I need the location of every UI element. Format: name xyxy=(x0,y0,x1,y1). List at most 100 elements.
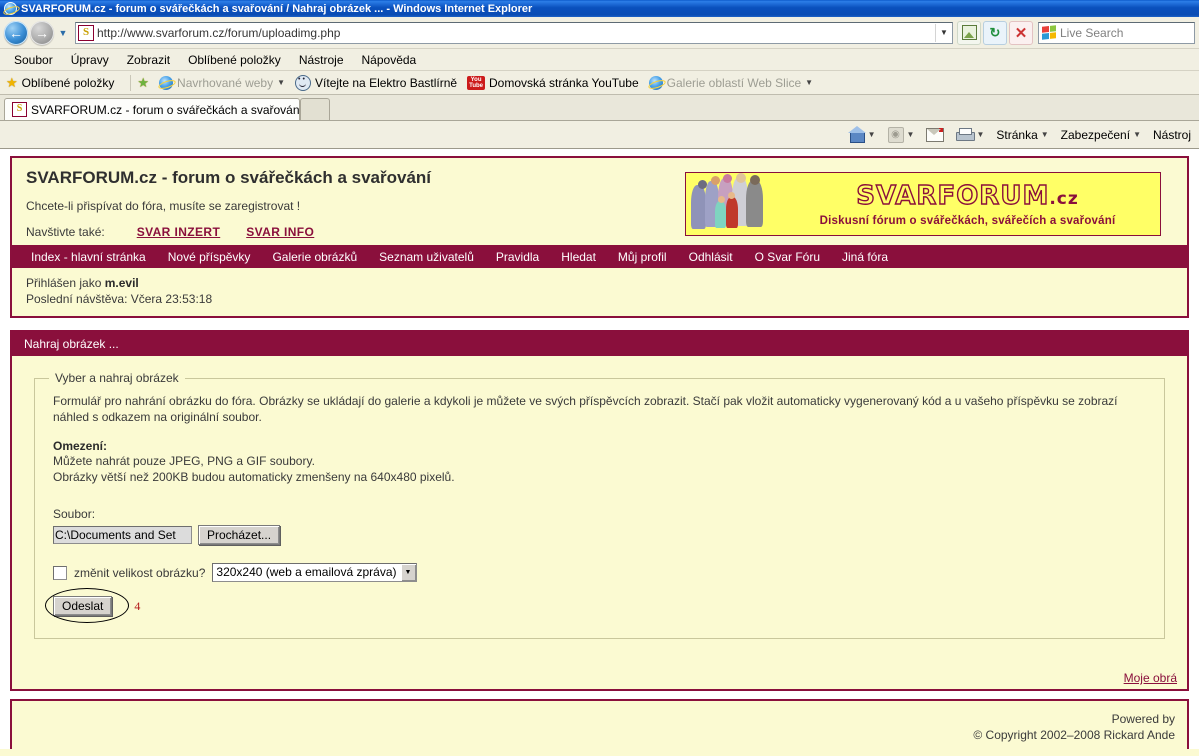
refresh-button[interactable]: ↻ xyxy=(983,20,1007,45)
nav-nove-prispevky[interactable]: Nové příspěvky xyxy=(157,250,262,264)
chevron-down-icon[interactable]: ▼ xyxy=(1041,130,1049,139)
footer-tagline: SVARFORUM diskusní fórum ze skupiny SVAR… xyxy=(0,749,1199,756)
refresh-icon: ↻ xyxy=(989,24,1001,40)
security-menu-label: Zabezpečení xyxy=(1060,127,1131,142)
chevron-down-icon[interactable]: ▼ xyxy=(1133,130,1141,139)
page-title: SVARFORUM.cz - forum o svářečkách a svař… xyxy=(26,168,685,188)
panel-heading: Nahraj obrázek ... xyxy=(12,332,1187,356)
file-path-input[interactable]: C:\Documents and Set xyxy=(53,526,192,544)
window-title: SVARFORUM.cz - forum o svářečkách a svař… xyxy=(21,2,533,15)
home-button[interactable]: ▼ xyxy=(843,126,882,143)
mail-button[interactable] xyxy=(920,127,950,142)
chevron-down-icon[interactable]: ▼ xyxy=(399,564,416,581)
chevron-down-icon[interactable]: ▼ xyxy=(277,78,285,87)
forward-arrow-icon: → xyxy=(35,24,49,41)
compatibility-view-button[interactable] xyxy=(957,20,981,45)
powered-by-block: Powered by © Copyright 2002–2008 Rickard… xyxy=(10,707,1189,749)
username: m.evil xyxy=(104,276,139,290)
people-illustration-icon xyxy=(689,173,775,233)
nav-pravidla[interactable]: Pravidla xyxy=(485,250,550,264)
nav-galerie-obrazku[interactable]: Galerie obrázků xyxy=(261,250,368,264)
internet-explorer-icon xyxy=(4,2,17,15)
new-tab-button[interactable] xyxy=(300,98,330,120)
add-to-favorites-bar-button[interactable]: ★ xyxy=(137,75,155,91)
limits-title: Omezení: xyxy=(53,439,108,453)
menu-item-soubor[interactable]: Soubor xyxy=(5,52,62,68)
resize-row: změnit velikost obrázku? 320x240 (web a … xyxy=(53,563,1146,582)
print-button[interactable]: ▼ xyxy=(950,127,990,142)
menu-item-napoveda[interactable]: Nápověda xyxy=(353,52,426,68)
search-input[interactable]: Live Search xyxy=(1060,26,1123,40)
search-box[interactable]: Live Search xyxy=(1038,21,1195,44)
nav-muj-profil[interactable]: Můj profil xyxy=(607,250,678,264)
menu-item-oblibene-polozky[interactable]: Oblíbené položky xyxy=(179,52,290,68)
chevron-down-icon[interactable]: ▼ xyxy=(805,78,813,87)
limits-line-2: Obrázky větší než 200KB budou automatick… xyxy=(53,470,455,484)
address-dropdown-icon[interactable]: ▼ xyxy=(935,23,952,42)
windows-logo-icon xyxy=(1042,25,1056,40)
site-banner[interactable]: SVARFORUM.cz Diskusní fórum o svářečkách… xyxy=(685,172,1161,236)
recent-pages-button[interactable]: ▼ xyxy=(56,23,70,43)
stop-button[interactable]: ✕ xyxy=(1009,20,1033,45)
chevron-down-icon[interactable]: ▼ xyxy=(907,130,915,139)
favorite-navrhovane-weby[interactable]: Navrhované weby ▼ xyxy=(159,75,291,90)
my-images-link[interactable]: Moje obrá xyxy=(1124,671,1177,685)
resize-size-select[interactable]: 320x240 (web a emailová zpráva) ▼ xyxy=(212,563,417,582)
forward-button[interactable]: → xyxy=(30,20,54,45)
page-menu-button[interactable]: Stránka ▼ xyxy=(990,128,1054,142)
menu-item-upravy[interactable]: Úpravy xyxy=(62,52,118,68)
favorites-label: Oblíbené položky xyxy=(21,75,115,90)
powered-by-label: Powered by xyxy=(1111,712,1175,726)
favorites-button[interactable]: ★ Oblíbené položky xyxy=(6,75,120,91)
nav-jina-fora[interactable]: Jiná fóra xyxy=(831,250,899,264)
panel-footer: Moje obrá xyxy=(12,665,1187,689)
nav-hledat[interactable]: Hledat xyxy=(550,250,607,264)
mail-icon xyxy=(926,127,945,142)
browse-button[interactable]: Procházet... xyxy=(198,525,281,545)
address-input[interactable]: http://www.svarforum.cz/forum/uploadimg.… xyxy=(97,26,935,40)
favorite-label: Domovská stránka YouTube xyxy=(489,75,639,90)
back-button[interactable]: ← xyxy=(4,20,28,45)
star-add-icon: ★ xyxy=(137,74,150,90)
page-menu-label: Stránka xyxy=(996,127,1038,142)
forum-header-text: SVARFORUM.cz - forum o svářečkách a svař… xyxy=(26,168,685,239)
upload-description: Formulář pro nahrání obrázku do fóra. Ob… xyxy=(53,394,1118,424)
banner-title-main: SVARFORUM xyxy=(856,180,1050,211)
visit-also-row: Navštivte také: SVAR INZERT SVAR INFO xyxy=(26,225,685,239)
logged-in-label: Přihlášen jako xyxy=(26,276,105,290)
favorite-label: Vítejte na Elektro Bastlírně xyxy=(315,75,458,90)
nav-o-svar-foru[interactable]: O Svar Fóru xyxy=(744,250,831,264)
upload-fieldset: Vyber a nahraj obrázek Formulář pro nahr… xyxy=(34,371,1165,639)
link-svar-info[interactable]: SVAR INFO xyxy=(246,225,314,239)
address-input-wrapper[interactable]: S http://www.svarforum.cz/forum/uploadim… xyxy=(75,21,953,44)
favorite-elektro-bastlirna[interactable]: Vítejte na Elektro Bastlírně xyxy=(295,74,463,91)
menu-item-zobrazit[interactable]: Zobrazit xyxy=(118,52,179,68)
print-icon xyxy=(956,127,976,142)
tab-svarforum[interactable]: S SVARFORUM.cz - forum o svářečkách a sv… xyxy=(4,98,300,120)
link-svar-inzert[interactable]: SVAR INZERT xyxy=(137,225,221,239)
favorite-web-slice-gallery[interactable]: Galerie oblastí Web Slice ▼ xyxy=(648,75,819,90)
submit-button[interactable]: Odeslat xyxy=(53,596,113,616)
internet-explorer-icon xyxy=(159,75,174,90)
tools-menu-button[interactable]: Nástroj xyxy=(1147,128,1197,142)
star-icon: ★ xyxy=(6,74,18,90)
favorite-youtube[interactable]: You Tube Domovská stránka YouTube xyxy=(467,75,645,90)
banner-title-tld: .cz xyxy=(1049,189,1079,209)
nav-index[interactable]: Index - hlavní stránka xyxy=(20,250,157,264)
menu-item-nastroje[interactable]: Nástroje xyxy=(290,52,353,68)
resize-checkbox[interactable] xyxy=(53,565,67,580)
nav-seznam-uzivatelu[interactable]: Seznam uživatelů xyxy=(368,250,485,264)
upload-panel: Nahraj obrázek ... Vyber a nahraj obráze… xyxy=(10,330,1189,691)
annotation-step-number: 4 xyxy=(134,598,141,613)
command-bar: ▼ ◉ ▼ ▼ Stránka ▼ Zabezpečení ▼ Nástroj xyxy=(0,121,1199,149)
feeds-button[interactable]: ◉ ▼ xyxy=(882,126,921,143)
close-icon: ✕ xyxy=(1014,24,1028,42)
powered-by-line: Powered by xyxy=(24,711,1175,727)
security-menu-button[interactable]: Zabezpečení ▼ xyxy=(1055,128,1147,142)
nav-odhlasit[interactable]: Odhlásit xyxy=(678,250,744,264)
chevron-down-icon[interactable]: ▼ xyxy=(976,130,984,139)
copyright-line: © Copyright 2002–2008 Rickard Ande xyxy=(973,728,1175,742)
chevron-down-icon[interactable]: ▼ xyxy=(868,130,876,139)
tab-label: SVARFORUM.cz - forum o svářečkách a svař… xyxy=(31,102,300,117)
tab-bar: S SVARFORUM.cz - forum o svářečkách a sv… xyxy=(0,95,1199,121)
